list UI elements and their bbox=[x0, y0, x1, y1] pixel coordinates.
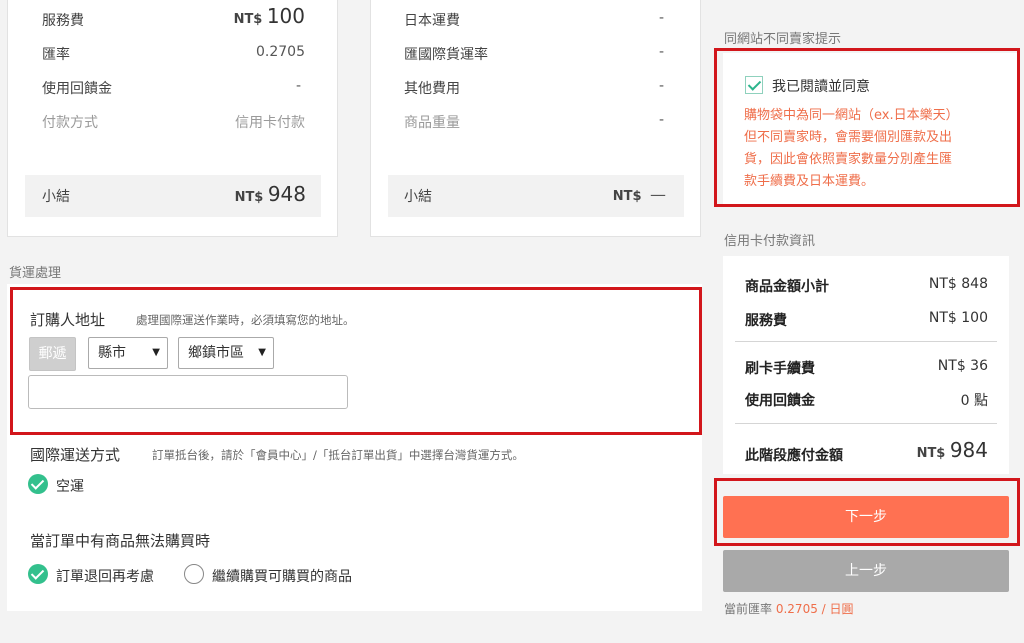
return-order-label[interactable]: 訂單退回再考慮 bbox=[56, 566, 154, 586]
payment-service-fee-value: NT$ 100 bbox=[928, 310, 988, 326]
payment-title: 信用卡付款資訊 bbox=[724, 234, 816, 249]
notice-title: 同網站不同賣家提示 bbox=[724, 32, 842, 47]
subtotal-bar: 小結 NT$ — bbox=[388, 175, 684, 217]
agree-label[interactable]: 我已閱讀並同意 bbox=[772, 76, 870, 96]
continue-purchase-radio[interactable] bbox=[184, 564, 204, 584]
return-order-radio[interactable] bbox=[28, 564, 48, 584]
payment-divider bbox=[735, 423, 997, 424]
continue-purchase-label[interactable]: 繼續購買可購買的商品 bbox=[212, 566, 352, 586]
agree-checkbox[interactable] bbox=[745, 76, 763, 94]
rebate-value: - bbox=[295, 78, 301, 94]
weight-label: 商品重量 bbox=[404, 115, 460, 131]
payment-service-fee-label: 服務費 bbox=[745, 313, 787, 329]
total-due-value: NT$ 984 bbox=[916, 438, 988, 462]
chevron-down-icon: ▼ bbox=[152, 347, 160, 358]
previous-step-button[interactable]: 上一步 bbox=[723, 550, 1009, 592]
subtotal-label: 小結 bbox=[404, 189, 432, 205]
card-fee-value: NT$ 36 bbox=[937, 358, 988, 374]
subtotal-value: NT$ — bbox=[612, 185, 666, 204]
rebate-label: 使用回饋金 bbox=[42, 81, 112, 97]
other-fees-label: 其他費用 bbox=[404, 81, 460, 97]
card-fee-label: 刷卡手續費 bbox=[745, 361, 815, 377]
unavailable-items-label: 當訂單中有商品無法購買時 bbox=[30, 532, 211, 550]
postal-code-button[interactable]: 郵遞 bbox=[29, 337, 76, 371]
notice-line-2: 但不同賣家時，會需要個別匯款及出 bbox=[744, 130, 953, 145]
subtotal-value: NT$ 948 bbox=[234, 182, 306, 206]
payment-method-value: 信用卡付款 bbox=[235, 115, 305, 131]
service-fee-value: NT$ 100 bbox=[233, 4, 305, 28]
jp-shipping-value: - bbox=[658, 10, 664, 26]
chevron-down-icon: ▼ bbox=[258, 347, 266, 358]
payment-panel: 商品金額小計 NT$ 848 服務費 NT$ 100 刷卡手續費 NT$ 36 … bbox=[723, 256, 1009, 474]
air-shipping-radio[interactable] bbox=[28, 474, 48, 494]
address-label: 訂購人地址 bbox=[30, 311, 106, 329]
rate-label: 匯率 bbox=[42, 47, 70, 63]
next-step-button[interactable]: 下一步 bbox=[723, 496, 1009, 538]
notice-line-3: 貨，因此會依照賣家數量分別產生匯 bbox=[744, 152, 953, 167]
shipping-fee-card: 日本運費 - 匯國際貨運率 - 其他費用 - 商品重量 - 小結 NT$ — bbox=[370, 0, 701, 237]
shipping-section-title: 貨運處理 bbox=[9, 266, 62, 281]
item-subtotal-value: NT$ 848 bbox=[928, 276, 988, 292]
payment-divider bbox=[735, 341, 997, 342]
service-fee-label: 服務費 bbox=[42, 13, 84, 29]
county-select[interactable]: 縣市 ▼ bbox=[88, 337, 168, 369]
air-shipping-label[interactable]: 空運 bbox=[56, 476, 84, 496]
payment-rebate-value: 0 點 bbox=[960, 393, 988, 409]
total-due-label: 此階段應付金額 bbox=[745, 448, 843, 464]
address-hint: 處理國際運送作業時，必須填寫您的地址。 bbox=[136, 313, 355, 327]
district-select[interactable]: 鄉鎮市區 ▼ bbox=[178, 337, 274, 369]
shipping-method-hint: 訂單抵台後，請於「會員中心」/「抵台訂單出貨」中選擇台灣貨運方式。 bbox=[152, 448, 524, 462]
subtotal-label: 小結 bbox=[42, 189, 70, 205]
item-subtotal-label: 商品金額小計 bbox=[745, 279, 829, 295]
street-address-input[interactable] bbox=[28, 375, 348, 409]
notice-line-1: 購物袋中為同一網站（ex.日本樂天） bbox=[744, 108, 959, 123]
subtotal-bar: 小結 NT$ 948 bbox=[25, 175, 321, 217]
current-rate: 當前匯率 0.2705 / 日圓 bbox=[724, 602, 854, 616]
jp-shipping-label: 日本運費 bbox=[404, 13, 460, 29]
payment-method-label: 付款方式 bbox=[42, 115, 98, 131]
intl-shipping-value: - bbox=[658, 44, 664, 60]
weight-value: - bbox=[658, 112, 664, 128]
shipping-method-label: 國際運送方式 bbox=[30, 446, 121, 464]
other-fees-value: - bbox=[658, 78, 664, 94]
intl-shipping-label: 匯國際貨運率 bbox=[404, 47, 488, 63]
payment-rebate-label: 使用回饋金 bbox=[745, 393, 815, 409]
rate-value: 0.2705 bbox=[256, 44, 305, 60]
notice-line-4: 款手續費及日本運費。 bbox=[744, 174, 875, 189]
fee-summary-card: 服務費 NT$ 100 匯率 0.2705 使用回饋金 - 付款方式 信用卡付款… bbox=[7, 0, 338, 237]
